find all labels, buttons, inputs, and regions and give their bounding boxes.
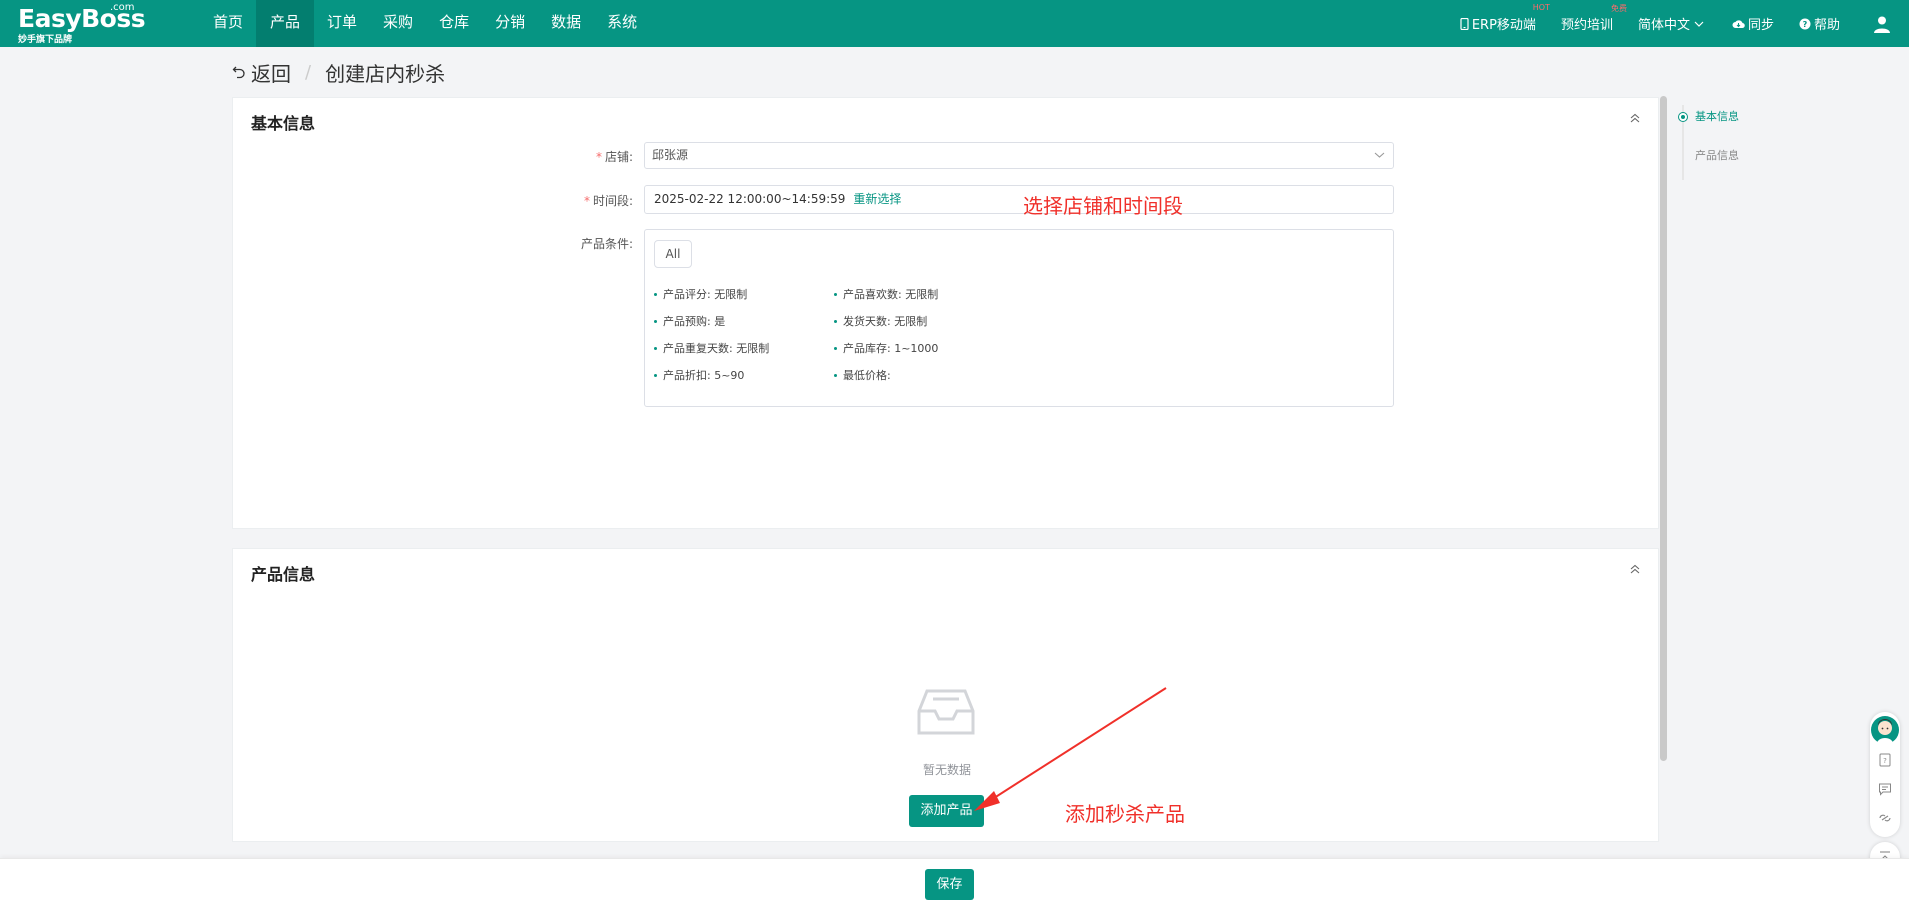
help-icon: ? — [1799, 18, 1811, 29]
erp-mobile-label: ERP移动端 — [1471, 18, 1536, 33]
training-label: 预约培训 — [1560, 18, 1613, 33]
page-title: 创建店内秒杀 — [325, 61, 446, 86]
nav-item-order[interactable]: 订单 — [314, 0, 370, 47]
sync-button[interactable]: 同步 — [1732, 14, 1774, 33]
product-info-card: 产品信息 暂无数据 添加产品 添加秒杀产品 — [232, 548, 1659, 842]
save-button[interactable]: 保存 — [925, 869, 974, 900]
time-range-field[interactable]: 2025-02-22 12:00:00~14:59:59 重新选择 — [644, 185, 1394, 214]
nav-item-purchase[interactable]: 采购 — [370, 0, 426, 47]
free-badge: 免费 — [1610, 4, 1627, 13]
content-scrollbar[interactable] — [1660, 96, 1667, 761]
help-label: 帮助 — [1813, 18, 1840, 33]
product-info-title: 产品信息 — [251, 565, 316, 584]
condition-item: 产品库存: 1~1000 — [834, 340, 938, 356]
annotation-arrow — [974, 687, 1167, 811]
empty-inbox-icon — [917, 689, 975, 735]
main-nav: 首页 产品 订单 采购 仓库 分销 数据 系统 — [200, 0, 650, 47]
anchor-active-dot — [1679, 113, 1687, 121]
condition-item: 产品重复天数: 无限制 — [654, 340, 769, 356]
hot-badge: HOT — [1532, 3, 1550, 12]
link-icon[interactable] — [1878, 811, 1892, 825]
shop-value: 邱张源 — [652, 148, 689, 162]
anchor-basic-info[interactable]: 基本信息 — [1695, 108, 1739, 124]
logo[interactable]: .com EasyBoss 妙手旗下品牌 — [18, 2, 148, 45]
chevron-down-icon — [1694, 21, 1704, 27]
shop-label: * 店铺: — [595, 150, 633, 164]
language-select[interactable]: 简体中文 — [1638, 14, 1707, 33]
collapse-up-icon[interactable] — [1630, 564, 1640, 574]
reselect-link[interactable]: 重新选择 — [853, 192, 901, 206]
annotation-select-shop-time: 选择店铺和时间段 — [1023, 194, 1183, 218]
condition-item: 发货天数: 无限制 — [834, 313, 927, 329]
logo-slogan: 妙手旗下品牌 — [18, 35, 73, 45]
svg-text:?: ? — [1883, 757, 1887, 765]
nav-item-warehouse[interactable]: 仓库 — [426, 0, 482, 47]
condition-item: 产品喜欢数: 无限制 — [834, 286, 938, 302]
chevron-down-icon — [1374, 152, 1385, 158]
user-icon[interactable] — [1873, 15, 1891, 33]
breadcrumb-separator: / — [305, 61, 312, 83]
cloud-sync-icon — [1732, 19, 1745, 28]
assistant-avatar-icon — [1877, 719, 1893, 744]
bottom-action-bar: 保存 — [0, 858, 1909, 909]
condition-item: 产品折扣: 5~90 — [654, 367, 744, 383]
product-condition-box: All 产品评分: 无限制 产品喜欢数: 无限制 产品预购: 是 发货天数: 无… — [644, 229, 1394, 407]
right-nav: ERP移动端 HOT 预约培训 免费 简体中文 同步 ? 帮助 — [1460, 0, 1909, 47]
erp-mobile-link[interactable]: ERP移动端 HOT — [1460, 3, 1550, 33]
svg-text:?: ? — [1803, 20, 1808, 29]
nav-item-system[interactable]: 系统 — [594, 0, 650, 47]
all-button[interactable]: All — [654, 240, 692, 268]
time-range-value: 2025-02-22 12:00:00~14:59:59 — [654, 192, 846, 206]
condition-label: 产品条件: — [580, 237, 633, 251]
condition-item: 最低价格: — [834, 367, 891, 383]
sync-label: 同步 — [1747, 18, 1774, 33]
basic-info-title: 基本信息 — [251, 114, 316, 133]
anchor-nav: 基本信息 产品信息 — [1679, 105, 1792, 180]
back-link[interactable]: 返回 — [251, 58, 291, 87]
shop-select[interactable]: 邱张源 — [644, 142, 1394, 169]
help-button[interactable]: ? 帮助 — [1799, 14, 1840, 33]
top-navbar: .com EasyBoss 妙手旗下品牌 首页 产品 订单 采购 仓库 分销 数… — [0, 0, 1909, 47]
language-label: 简体中文 — [1637, 18, 1690, 33]
time-label: * 时间段: — [583, 194, 633, 208]
assistant-avatar[interactable] — [1871, 716, 1899, 744]
basic-info-card: 基本信息 * 店铺: 邱张源 * 时间段: 2025-02-22 12:00:00~… — [232, 97, 1659, 529]
training-link[interactable]: 预约培训 免费 — [1560, 4, 1627, 33]
condition-item: 产品预购: 是 — [654, 313, 725, 329]
message-icon[interactable] — [1878, 782, 1892, 796]
question-doc-icon[interactable]: ? — [1878, 753, 1892, 767]
breadcrumb: 返回 / 创建店内秒杀 — [232, 58, 445, 86]
back-arrow-icon[interactable] — [232, 65, 246, 79]
nav-item-product[interactable]: 产品 — [256, 0, 315, 47]
mobile-icon — [1460, 17, 1469, 30]
nav-item-home[interactable]: 首页 — [200, 0, 256, 47]
nav-item-distribution[interactable]: 分销 — [482, 0, 538, 47]
logo-name: EasyBoss — [18, 4, 146, 33]
anchor-product-info[interactable]: 产品信息 — [1695, 147, 1739, 163]
nav-item-data[interactable]: 数据 — [538, 0, 594, 47]
collapse-up-icon[interactable] — [1630, 113, 1640, 123]
condition-item: 产品评分: 无限制 — [654, 286, 747, 302]
